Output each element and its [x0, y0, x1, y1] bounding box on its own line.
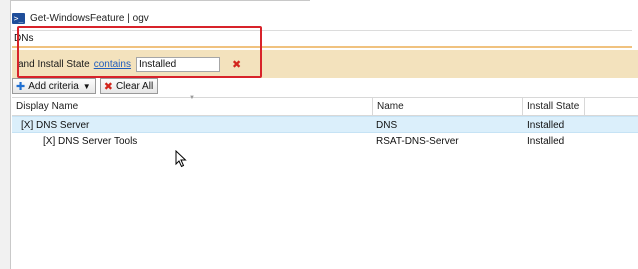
sort-indicator-icon: ▼	[189, 95, 195, 101]
left-window-edge	[0, 0, 11, 269]
remove-criteria-icon[interactable]: ✖	[232, 58, 241, 71]
results-grid: Display Name ▼ Name Install State [X] DN…	[12, 95, 638, 269]
filter-input[interactable]: DNs	[12, 30, 632, 48]
dropdown-arrow-icon: ▼	[82, 81, 91, 91]
cell-name: RSAT-DNS-Server	[376, 136, 459, 147]
clear-x-icon: ✖	[103, 80, 113, 93]
top-divider	[0, 0, 310, 1]
criteria-row: and Install State contains Installed ✖	[12, 50, 638, 78]
add-criteria-button[interactable]: ✚ Add criteria ▼	[12, 78, 96, 94]
cell-name: DNS	[376, 120, 398, 131]
out-gridview-window: >_ Get-WindowsFeature | ogv DNs and Inst…	[11, 9, 638, 269]
table-row[interactable]: [X] DNS Server Tools RSAT-DNS-Server Ins…	[12, 133, 638, 150]
plus-icon: ✚	[16, 80, 26, 93]
cell-install-state: Installed	[527, 136, 565, 147]
mouse-pointer-icon	[175, 150, 187, 168]
toolbar: ✚ Add criteria ▼ ✖ Clear All	[12, 76, 162, 96]
table-row[interactable]: [X] DNS Server DNS Installed	[12, 116, 638, 133]
title-bar: >_ Get-WindowsFeature | ogv	[11, 9, 211, 27]
criteria-operator-link[interactable]: contains	[94, 59, 131, 70]
column-header-install-state[interactable]: Install State	[522, 98, 585, 115]
clear-all-button[interactable]: ✖ Clear All	[99, 78, 159, 94]
criteria-value-input[interactable]: Installed	[135, 56, 220, 72]
column-header-name[interactable]: Name	[372, 98, 522, 115]
clear-all-label: Clear All	[115, 80, 154, 92]
criteria-property-label: and Install State	[18, 58, 90, 70]
powershell-icon: >_	[12, 12, 25, 24]
window-title: Get-WindowsFeature | ogv	[30, 12, 149, 24]
cell-display-name: [X] DNS Server Tools	[43, 136, 138, 147]
add-criteria-label: Add criteria	[28, 80, 79, 92]
grid-header: Display Name ▼ Name Install State	[12, 95, 638, 116]
cell-install-state: Installed	[527, 120, 565, 131]
cell-display-name: [X] DNS Server	[21, 120, 90, 131]
